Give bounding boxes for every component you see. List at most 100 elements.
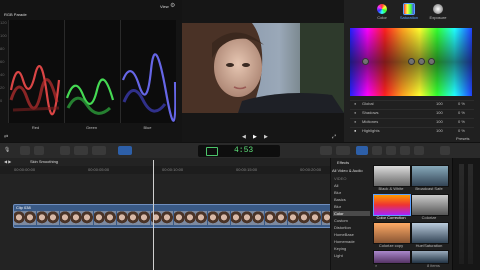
category-distortion[interactable]: Distortion <box>333 225 370 230</box>
red-label: Red <box>31 125 40 130</box>
photos-button[interactable] <box>372 146 382 155</box>
shadows-puck[interactable] <box>408 58 415 65</box>
category-light[interactable]: Light <box>333 253 370 258</box>
video-frame[interactable] <box>182 23 344 113</box>
connect-button[interactable] <box>74 146 88 155</box>
category-keying[interactable]: Keying <box>333 246 370 251</box>
media-button[interactable] <box>34 146 44 155</box>
tab-color[interactable]: Color <box>367 15 397 20</box>
tab-saturation[interactable]: Saturation <box>394 15 424 20</box>
enhance-button[interactable] <box>336 146 350 155</box>
effect-colorize-copy[interactable] <box>373 222 411 244</box>
category-homebase[interactable]: HomeBase <box>333 232 370 237</box>
category-basics[interactable]: Basics <box>333 197 370 202</box>
effect-colorize[interactable] <box>411 194 449 216</box>
ruler-mark: 00:00:05:00 <box>88 167 110 172</box>
clip-name: Clip 038 <box>16 205 31 210</box>
video-scopes-panel: RGB Parade View ⚙ 120 100 80 60 40 20 0 … <box>0 0 182 142</box>
effect-label: Hue/Saturation <box>415 243 443 248</box>
ruler-mark: 00:00:15:00 <box>236 167 258 172</box>
timecode-value: 4:53 <box>234 146 254 155</box>
clip-thumbnail <box>230 211 242 225</box>
clip-thumbnail <box>276 211 288 225</box>
effect-hue-saturation[interactable] <box>411 222 449 244</box>
ruler-mark: 00:00:10:00 <box>162 167 184 172</box>
effect-black-white[interactable] <box>373 165 411 187</box>
midtones-puck[interactable] <box>418 58 425 65</box>
project-title: Skin Smoothing <box>30 159 59 164</box>
color-tab-icon[interactable] <box>377 4 387 14</box>
microphone-icon[interactable]: 🎙 <box>4 147 10 153</box>
category-homemade[interactable]: Homemade <box>333 239 370 244</box>
timeline-ruler[interactable]: 00:00:00:00 00:00:05:00 00:00:10:00 00:0… <box>0 166 330 174</box>
previous-frame-icon[interactable]: ◀ <box>242 134 246 140</box>
red-waveform <box>9 64 61 116</box>
category-color[interactable]: Color <box>333 211 370 216</box>
color-board[interactable] <box>350 28 472 96</box>
green-waveform <box>65 78 115 115</box>
highlights-puck[interactable] <box>428 58 435 65</box>
effect-label: Black & White <box>378 186 404 191</box>
category-all[interactable]: All <box>333 183 370 188</box>
color-board-inspector: Color Saturation Exposure ↺ ● Global 100… <box>344 0 480 142</box>
effect-tile[interactable] <box>411 250 449 264</box>
generators-button[interactable] <box>400 146 410 155</box>
titles-button[interactable] <box>386 146 396 155</box>
green-label: Green <box>85 125 98 130</box>
clip-thumbnail <box>253 211 265 225</box>
green-parade <box>64 20 120 123</box>
scopes-settings-icon[interactable]: ⇄ <box>4 134 8 140</box>
clip-thumbnail <box>310 211 322 225</box>
item-count: 8 items <box>427 263 440 268</box>
key-button[interactable] <box>60 146 70 155</box>
scopes-title: RGB Parade <box>4 12 27 17</box>
clip-thumbnail <box>93 211 105 225</box>
next-frame-icon[interactable]: ▶ <box>264 134 268 140</box>
transitions-button[interactable] <box>440 146 450 155</box>
effect-broadcast-safe[interactable] <box>411 165 449 187</box>
category-custom[interactable]: Custom <box>333 218 370 223</box>
blue-waveform <box>121 53 176 122</box>
fullscreen-icon[interactable]: ⤢ <box>332 134 336 140</box>
clip-thumbnail <box>128 211 139 225</box>
search-icon[interactable]: ⌕ <box>375 263 377 268</box>
presets-button[interactable]: Presets <box>456 136 470 141</box>
view-menu-chevron-icon[interactable]: ⚙ <box>170 2 175 9</box>
clip-thumbnail <box>105 211 117 225</box>
global-puck[interactable] <box>362 58 369 65</box>
category-blur-2[interactable]: Blur <box>333 204 370 209</box>
video-clip[interactable]: Clip 038 <box>13 204 335 228</box>
themes-button[interactable] <box>414 146 424 155</box>
import-button[interactable] <box>20 146 30 155</box>
ruler-mark: 00:00:00:00 <box>14 167 36 172</box>
effects-browser-button[interactable] <box>356 146 368 155</box>
effect-tile[interactable] <box>373 250 411 264</box>
category-all-video-audio[interactable]: All Video & Audio <box>332 168 363 173</box>
select-tool-button[interactable] <box>118 146 132 155</box>
retime-button[interactable] <box>320 146 332 155</box>
clip-thumbnail <box>14 211 25 225</box>
view-menu[interactable]: View <box>160 4 169 9</box>
clip-thumbnail <box>25 211 37 225</box>
category-blur[interactable]: Blur <box>333 190 370 195</box>
effect-color-correction[interactable] <box>373 194 411 216</box>
video-frame-image <box>182 23 344 113</box>
back-icon[interactable]: ◀ ▶ <box>4 159 11 164</box>
viewer-panel: ◀ ▶ ▶ ⤢ <box>182 0 344 142</box>
clip-thumbnail <box>264 211 276 225</box>
clip-thumbnail <box>299 211 310 225</box>
effects-browser: Effects All Video & Audio VIDEO All Blur… <box>330 158 453 270</box>
play-icon[interactable]: ▶ <box>253 134 257 140</box>
tab-exposure[interactable]: Exposure <box>423 15 453 20</box>
scope-scale: 120 100 80 60 40 20 0 <box>0 20 7 103</box>
insert-button[interactable] <box>92 146 106 155</box>
meter-right <box>468 164 473 264</box>
clip-thumbnail <box>173 211 185 225</box>
exposure-tab-icon[interactable] <box>433 4 443 14</box>
playhead[interactable] <box>153 160 154 270</box>
timecode-display[interactable]: 4:53 <box>198 145 280 157</box>
clip-thumbnail <box>242 211 253 225</box>
saturation-tab-icon[interactable] <box>404 4 414 14</box>
clip-thumbnail <box>59 211 71 225</box>
clip-thumbnail <box>82 211 94 225</box>
